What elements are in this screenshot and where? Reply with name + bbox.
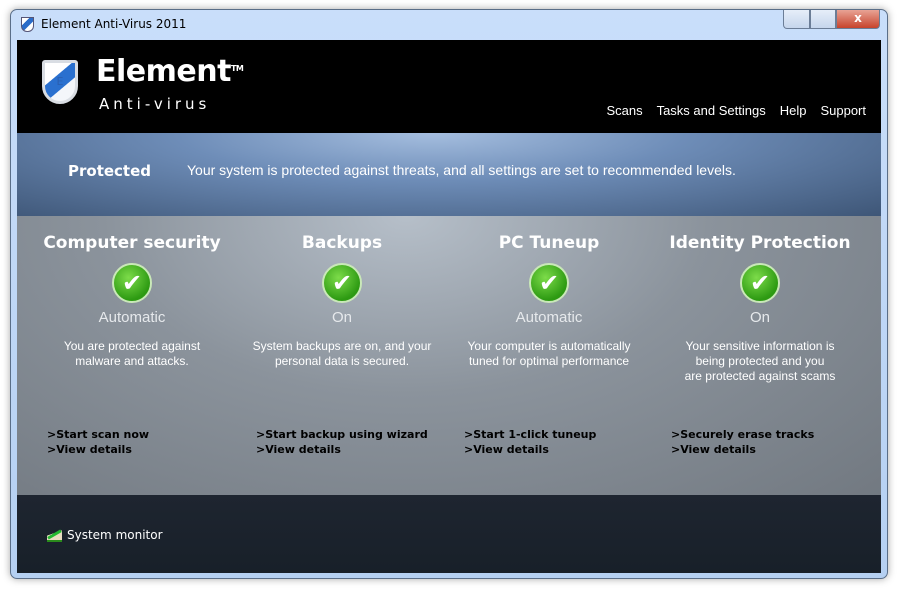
module-computer-security: Computer security ✔ Automatic You are pr… xyxy=(27,216,237,399)
modules-panel: Computer security ✔ Automatic You are pr… xyxy=(17,216,881,495)
view-details-link[interactable]: >View details xyxy=(47,442,149,457)
module-links: >Start backup using wizard >View details xyxy=(256,427,428,457)
title-bar[interactable]: Element Anti-Virus 2011 x xyxy=(11,10,887,40)
module-backups: Backups ✔ On System backups are on, and … xyxy=(237,216,447,399)
nav-help[interactable]: Help xyxy=(780,103,807,118)
module-state: On xyxy=(331,309,352,326)
module-title: Identity Protection xyxy=(669,233,851,253)
protection-status: Protected xyxy=(68,162,152,180)
system-monitor-label: System monitor xyxy=(67,528,163,542)
module-description: Your sensitive information is being prot… xyxy=(684,339,836,383)
view-details-link[interactable]: >View details xyxy=(256,442,428,457)
trademark: TM xyxy=(230,64,244,73)
brand-subtitle: Anti-virus xyxy=(99,95,211,113)
module-description: You are protected against malware and at… xyxy=(63,339,201,368)
footer: System monitor xyxy=(17,495,881,573)
brand-text: Element xyxy=(96,54,231,89)
start-backup-link[interactable]: >Start backup using wizard xyxy=(256,427,428,442)
status-banner: Protected Your system is protected again… xyxy=(17,133,881,216)
module-links: >Start scan now >View details xyxy=(47,427,149,457)
view-details-link[interactable]: >View details xyxy=(464,442,596,457)
nav-support[interactable]: Support xyxy=(820,103,866,118)
module-title: Computer security xyxy=(43,233,221,253)
header: E ElementTM Anti-virus Scans Tasks and S… xyxy=(17,40,881,133)
module-state: Automatic xyxy=(515,309,583,326)
module-links: >Securely erase tracks >View details xyxy=(671,427,814,457)
view-details-link[interactable]: >View details xyxy=(671,442,814,457)
module-description: System backups are on, and your personal… xyxy=(252,339,432,368)
check-icon: ✔ xyxy=(529,263,569,303)
chart-up-icon xyxy=(47,528,62,542)
close-button[interactable]: x xyxy=(836,10,880,29)
erase-tracks-link[interactable]: >Securely erase tracks xyxy=(671,427,814,442)
module-identity-protection: Identity Protection ✔ On Your sensitive … xyxy=(655,216,865,399)
minimize-button[interactable] xyxy=(783,10,810,29)
nav-scans[interactable]: Scans xyxy=(606,103,642,118)
start-tuneup-link[interactable]: >Start 1-click tuneup xyxy=(464,427,596,442)
module-title: Backups xyxy=(301,233,383,253)
module-state: On xyxy=(749,309,770,326)
nav-tasks-and-settings[interactable]: Tasks and Settings xyxy=(657,103,766,118)
module-pc-tuneup: PC Tuneup ✔ Automatic Your computer is a… xyxy=(444,216,654,399)
app-window: Element Anti-Virus 2011 x E ElementTM An… xyxy=(10,9,888,579)
start-scan-link[interactable]: >Start scan now xyxy=(47,427,149,442)
check-icon: ✔ xyxy=(112,263,152,303)
window-title: Element Anti-Virus 2011 xyxy=(41,17,187,31)
shield-logo-icon: E xyxy=(42,60,78,104)
check-icon: ✔ xyxy=(322,263,362,303)
module-state: Automatic xyxy=(98,309,166,326)
client-area: E ElementTM Anti-virus Scans Tasks and S… xyxy=(17,40,881,573)
check-icon: ✔ xyxy=(740,263,780,303)
brand-name: ElementTM xyxy=(96,54,244,89)
system-monitor-link[interactable]: System monitor xyxy=(47,528,163,542)
module-description: Your computer is automatically tuned for… xyxy=(467,339,631,368)
status-message: Your system is protected against threats… xyxy=(187,162,736,178)
top-nav: Scans Tasks and Settings Help Support xyxy=(606,103,866,118)
module-title: PC Tuneup xyxy=(498,233,600,253)
app-shield-icon xyxy=(21,17,34,32)
maximize-button[interactable] xyxy=(810,10,836,29)
module-links: >Start 1-click tuneup >View details xyxy=(464,427,596,457)
